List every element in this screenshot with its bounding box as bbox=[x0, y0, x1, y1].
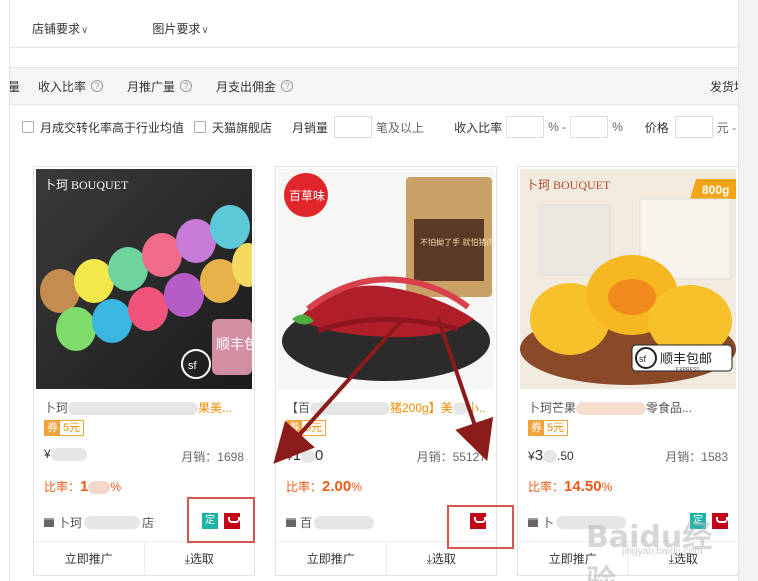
arrow-right bbox=[436, 317, 494, 462]
watermark-sub: jingyan.baidu.com bbox=[622, 546, 703, 557]
arrow-left bbox=[273, 318, 404, 464]
page-edge bbox=[739, 0, 758, 581]
product-panel: 店铺要求∨ 图片要求∨ 量 收入比率? 月推广量? 月支出佣金? 发货地 月成交… bbox=[9, 0, 739, 581]
annotation-arrows bbox=[273, 317, 494, 464]
